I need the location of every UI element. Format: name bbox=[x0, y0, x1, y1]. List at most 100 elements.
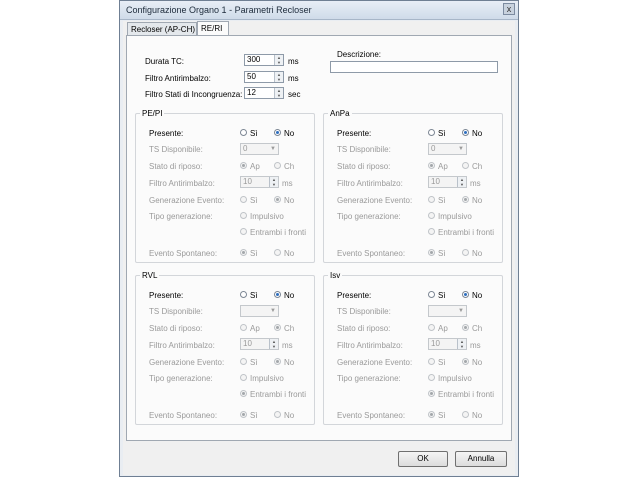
pepi-evento-si-radio[interactable] bbox=[240, 249, 247, 256]
isv-presente-no-radio[interactable] bbox=[462, 291, 469, 298]
isv-stato-ap-radio[interactable] bbox=[428, 324, 435, 331]
isv-tipo-impulsivo-radio[interactable] bbox=[428, 374, 435, 381]
rvl-gen-si-radio[interactable] bbox=[240, 358, 247, 365]
filtro-unit: ms bbox=[288, 74, 299, 83]
rvl-ts-combo[interactable]: ▼ bbox=[240, 305, 279, 317]
incongruenza-input[interactable]: 12 ▲ ▼ bbox=[244, 87, 284, 99]
anpa-stato-ap-label: Ap bbox=[438, 162, 448, 171]
anpa-presente-no-radio[interactable] bbox=[462, 129, 469, 136]
anpa-filtro-input[interactable]: 10 ▲ ▼ bbox=[428, 176, 467, 188]
pepi-stato-ap-label: Ap bbox=[250, 162, 260, 171]
isv-tipo-impulsivo-label: Impulsivo bbox=[438, 374, 472, 383]
rvl-stato-ch-radio[interactable] bbox=[274, 324, 281, 331]
anpa-presente-si-radio[interactable] bbox=[428, 129, 435, 136]
rvl-filtro-input[interactable]: 10 ▲ ▼ bbox=[240, 338, 279, 350]
pepi-tipo-entrambi-radio[interactable] bbox=[240, 228, 247, 235]
anpa-tipo-entrambi-radio[interactable] bbox=[428, 228, 435, 235]
anpa-gen-label: Generazione Evento: bbox=[337, 196, 413, 205]
anpa-ts-combo[interactable]: 0 ▼ bbox=[428, 143, 467, 155]
isv-stato-ch-radio[interactable] bbox=[462, 324, 469, 331]
anpa-evento-no-radio[interactable] bbox=[462, 249, 469, 256]
pepi-gen-no-radio[interactable] bbox=[274, 196, 281, 203]
isv-filtro-input[interactable]: 10 ▲ ▼ bbox=[428, 338, 467, 350]
ok-button[interactable]: OK bbox=[398, 451, 448, 467]
durata-spinner[interactable]: ▲ ▼ bbox=[274, 55, 283, 65]
spin-down-icon[interactable]: ▼ bbox=[270, 344, 278, 349]
descrizione-input[interactable] bbox=[330, 61, 498, 73]
pepi-stato-ap-radio[interactable] bbox=[240, 162, 247, 169]
filtro-input[interactable]: 50 ▲ ▼ bbox=[244, 71, 284, 83]
incongruenza-unit: sec bbox=[288, 90, 301, 99]
pepi-filtro-spinner[interactable]: ▲ ▼ bbox=[269, 177, 278, 187]
anpa-gen-si-radio[interactable] bbox=[428, 196, 435, 203]
isv-ts-combo[interactable]: ▼ bbox=[428, 305, 467, 317]
isv-evento-si-radio[interactable] bbox=[428, 411, 435, 418]
spin-down-icon[interactable]: ▼ bbox=[458, 344, 466, 349]
tab-recloser[interactable]: Recloser (AP-CH) bbox=[127, 22, 197, 36]
anpa-gen-no-radio[interactable] bbox=[462, 196, 469, 203]
pepi-ts-combo[interactable]: 0 ▼ bbox=[240, 143, 279, 155]
dialog-client: Recloser (AP-CH) RE/RI Durata TC: 300 ▲ ▼… bbox=[123, 21, 515, 475]
spin-down-icon[interactable]: ▼ bbox=[275, 77, 283, 82]
spin-down-icon[interactable]: ▼ bbox=[458, 182, 466, 187]
pepi-ts-label: TS Disponibile: bbox=[149, 145, 203, 154]
pepi-tipo-impulsivo-radio[interactable] bbox=[240, 212, 247, 219]
pepi-filtro-input[interactable]: 10 ▲ ▼ bbox=[240, 176, 279, 188]
rvl-presente-label: Presente: bbox=[149, 291, 184, 300]
rvl-gen-no-radio[interactable] bbox=[274, 358, 281, 365]
pepi-tipo-impulsivo-label: Impulsivo bbox=[250, 212, 284, 221]
pepi-stato-ch-radio[interactable] bbox=[274, 162, 281, 169]
spin-down-icon[interactable]: ▼ bbox=[275, 60, 283, 65]
anpa-stato-label: Stato di riposo: bbox=[337, 162, 391, 171]
anpa-filtro-spinner[interactable]: ▲ ▼ bbox=[457, 177, 466, 187]
group-isv: Isv Presente: Sì No TS Disponibile: ▼ St… bbox=[323, 271, 503, 425]
pepi-presente-si-radio[interactable] bbox=[240, 129, 247, 136]
title-bar[interactable]: Configurazione Organo 1 - Parametri Recl… bbox=[120, 1, 518, 20]
annulla-button[interactable]: Annulla bbox=[455, 451, 507, 467]
rvl-evento-si-radio[interactable] bbox=[240, 411, 247, 418]
rvl-presente-si-radio[interactable] bbox=[240, 291, 247, 298]
anpa-stato-ap-radio[interactable] bbox=[428, 162, 435, 169]
isv-gen-label: Generazione Evento: bbox=[337, 358, 413, 367]
incongruenza-spinner[interactable]: ▲ ▼ bbox=[274, 88, 283, 98]
anpa-evento-si-radio[interactable] bbox=[428, 249, 435, 256]
chevron-down-icon[interactable]: ▼ bbox=[269, 307, 277, 315]
anpa-tipo-impulsivo-radio[interactable] bbox=[428, 212, 435, 219]
group-isv-title: Isv bbox=[328, 271, 343, 280]
rvl-gen-no-label: No bbox=[284, 358, 295, 367]
rvl-filtro-spinner[interactable]: ▲ ▼ bbox=[269, 339, 278, 349]
pepi-gen-si-radio[interactable] bbox=[240, 196, 247, 203]
rvl-presente-no-radio[interactable] bbox=[274, 291, 281, 298]
rvl-evento-no-radio[interactable] bbox=[274, 411, 281, 418]
anpa-stato-ch-radio[interactable] bbox=[462, 162, 469, 169]
anpa-tipo-entrambi-label: Entrambi i fronti bbox=[438, 228, 495, 237]
chevron-down-icon[interactable]: ▼ bbox=[269, 145, 277, 153]
isv-gen-no-radio[interactable] bbox=[462, 358, 469, 365]
filtro-spinner[interactable]: ▲ ▼ bbox=[274, 72, 283, 82]
durata-input[interactable]: 300 ▲ ▼ bbox=[244, 54, 284, 66]
isv-gen-si-radio[interactable] bbox=[428, 358, 435, 365]
pepi-presente-no-radio[interactable] bbox=[274, 129, 281, 136]
pepi-tipo-entrambi-label: Entrambi i fronti bbox=[250, 228, 307, 237]
pepi-stato-label: Stato di riposo: bbox=[149, 162, 203, 171]
isv-tipo-entrambi-radio[interactable] bbox=[428, 390, 435, 397]
rvl-tipo-impulsivo-radio[interactable] bbox=[240, 374, 247, 381]
spin-down-icon[interactable]: ▼ bbox=[270, 182, 278, 187]
chevron-down-icon[interactable]: ▼ bbox=[457, 307, 465, 315]
rvl-tipo-entrambi-radio[interactable] bbox=[240, 390, 247, 397]
pepi-evento-no-radio[interactable] bbox=[274, 249, 281, 256]
isv-filtro-label: Filtro Antirimbalzo: bbox=[337, 341, 403, 350]
tab-re-ri[interactable]: RE/RI bbox=[197, 21, 229, 36]
chevron-down-icon[interactable]: ▼ bbox=[457, 145, 465, 153]
pepi-filtro-unit: ms bbox=[282, 179, 293, 188]
rvl-stato-ap-radio[interactable] bbox=[240, 324, 247, 331]
window-title: Configurazione Organo 1 - Parametri Recl… bbox=[126, 5, 312, 15]
isv-presente-si-radio[interactable] bbox=[428, 291, 435, 298]
close-icon[interactable]: x bbox=[503, 3, 515, 15]
isv-tipo-label: Tipo generazione: bbox=[337, 374, 401, 383]
isv-evento-no-radio[interactable] bbox=[462, 411, 469, 418]
isv-filtro-spinner[interactable]: ▲ ▼ bbox=[457, 339, 466, 349]
spin-down-icon[interactable]: ▼ bbox=[275, 93, 283, 98]
dialog-window: Configurazione Organo 1 - Parametri Recl… bbox=[119, 0, 519, 477]
rvl-tipo-entrambi-label: Entrambi i fronti bbox=[250, 390, 307, 399]
